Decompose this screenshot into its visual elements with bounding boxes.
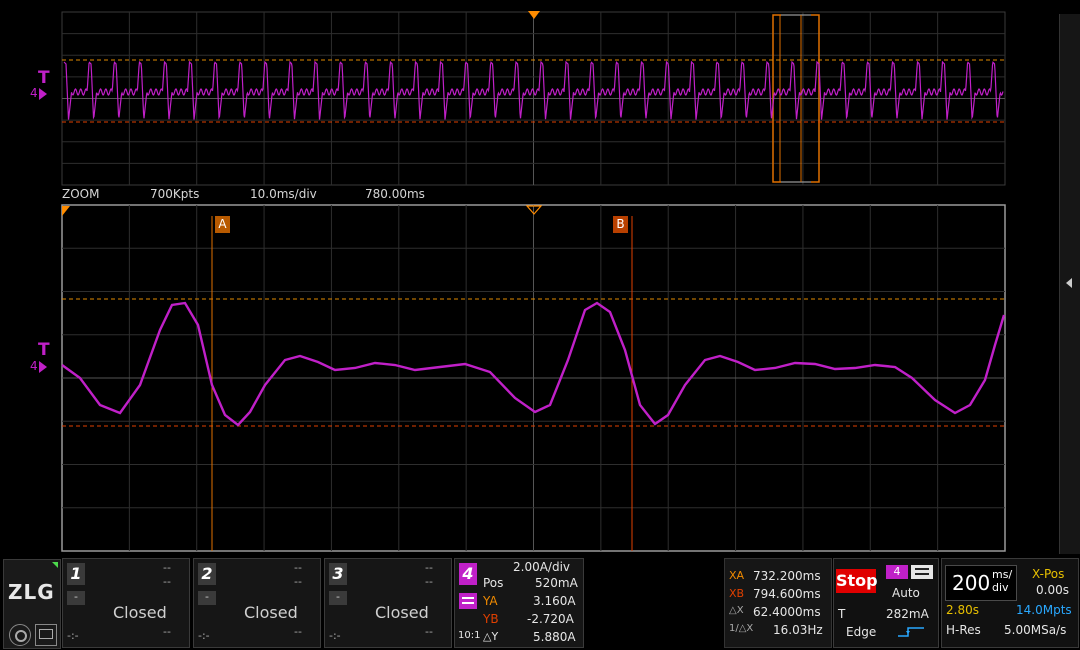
- time-window: 2.80s: [946, 603, 979, 617]
- xb-label: XB: [729, 587, 745, 600]
- channel-bottom-value: --: [294, 625, 302, 638]
- corner-indicator-icon: [52, 562, 58, 568]
- ch4-yb-label: YB: [483, 612, 499, 626]
- channel-number: 3: [329, 563, 347, 585]
- xpos-value: 0.00s: [1036, 583, 1069, 597]
- channel-status: Closed: [113, 603, 167, 622]
- trigger-t-label: T: [838, 607, 846, 621]
- trigger-type[interactable]: Edge: [846, 625, 876, 639]
- channel-1-panel[interactable]: 1 -- -- - Closed -:- --: [62, 558, 190, 648]
- xa-value: 732.200ms: [753, 569, 821, 583]
- trigger-menu-icon[interactable]: [911, 565, 933, 579]
- settings-icon[interactable]: [9, 624, 31, 646]
- channel-coupling: -:-: [67, 629, 79, 642]
- channel-sign-button[interactable]: -: [67, 591, 85, 605]
- ch4-ya-value: 3.160A: [533, 594, 576, 608]
- ch4-probe: 10:1: [458, 630, 481, 641]
- ch4-ya-label: YA: [483, 594, 498, 608]
- inv-dx-value: 16.03Hz: [773, 623, 823, 637]
- channel-top-value: --: [294, 561, 302, 574]
- main-channel-marker-number: 4: [30, 359, 38, 373]
- channel-mid-value: --: [294, 575, 302, 588]
- trigger-panel[interactable]: Stop 4 Auto T 282mA Edge: [833, 558, 939, 648]
- sample-rate: 5.00MSa/s: [1004, 623, 1067, 637]
- inv-dx-label: 1/△X: [729, 623, 754, 634]
- channel-bottom-value: --: [163, 625, 171, 638]
- channel-mid-value: --: [425, 575, 433, 588]
- channel-number: 2: [198, 563, 216, 585]
- status-bar: ZLG 1 -- -- - Closed -:- -- 2 -- -- - Cl…: [0, 556, 1080, 650]
- ch4-pos-label: Pos: [483, 576, 504, 590]
- channel-4-panel[interactable]: 4 2.00A/div Pos 520mA YA 3.160A YB -2.72…: [454, 558, 584, 648]
- main-trigger-label: T: [38, 340, 50, 360]
- dx-value: 62.4000ms: [753, 605, 821, 619]
- acquisition-mode[interactable]: H-Res: [946, 623, 981, 637]
- timebase-scale-box[interactable]: 200 ms/ div: [945, 565, 1017, 601]
- zoom-waveform-pane[interactable]: [0, 0, 1080, 560]
- channel-sign-button[interactable]: -: [329, 591, 347, 605]
- main-channel-marker[interactable]: 4: [30, 359, 47, 373]
- xpos-label: X-Pos: [1032, 567, 1065, 581]
- trigger-mode[interactable]: Auto: [892, 586, 920, 600]
- ch4-dy-value: 5.880A: [533, 630, 576, 644]
- trigger-level: 282mA: [886, 607, 929, 621]
- side-menu-tab[interactable]: [1059, 14, 1080, 554]
- channel-status: Closed: [375, 603, 429, 622]
- channel-coupling: -:-: [198, 629, 210, 642]
- run-stop-button[interactable]: Stop: [836, 569, 878, 593]
- cursor-b-tag[interactable]: B: [613, 216, 628, 233]
- channel-2-panel[interactable]: 2 -- -- - Closed -:- --: [193, 558, 321, 648]
- channel-sign-button[interactable]: -: [198, 591, 216, 605]
- channel-3-panel[interactable]: 3 -- -- - Closed -:- --: [324, 558, 452, 648]
- timebase-panel[interactable]: 200 ms/ div X-Pos 0.00s 2.80s 14.0Mpts H…: [941, 558, 1079, 648]
- timebase-value: 200: [952, 571, 991, 595]
- display-icon[interactable]: [35, 624, 57, 646]
- channel-number: 4: [459, 563, 477, 585]
- ch4-pos-value: 520mA: [535, 576, 578, 590]
- channel-number: 1: [67, 563, 85, 585]
- brand-panel: ZLG: [3, 559, 61, 649]
- channel-top-value: --: [425, 561, 433, 574]
- dx-label: △X: [729, 605, 744, 616]
- ch4-yb-value: -2.720A: [527, 612, 574, 626]
- timebase-unit-bottom: div: [992, 581, 1009, 594]
- timebase-unit-top: ms/: [992, 568, 1013, 581]
- channel-arrow-icon: [38, 360, 47, 373]
- channel-status: Closed: [244, 603, 298, 622]
- rising-edge-icon: [896, 625, 926, 639]
- channel-bottom-value: --: [425, 625, 433, 638]
- channel-top-value: --: [163, 561, 171, 574]
- xb-value: 794.600ms: [753, 587, 821, 601]
- ch4-dy-label: △Y: [483, 630, 499, 643]
- cursor-readout-panel[interactable]: XA 732.200ms XB 794.600ms △X 62.4000ms 1…: [724, 558, 832, 648]
- memory-depth: 14.0Mpts: [1016, 603, 1072, 617]
- channel-coupling: -:-: [329, 629, 341, 642]
- xa-label: XA: [729, 569, 745, 582]
- zlg-logo: ZLG: [8, 580, 55, 604]
- trigger-source[interactable]: 4: [886, 565, 908, 579]
- cursor-a-tag[interactable]: A: [215, 216, 230, 233]
- ch4-scale: 2.00A/div: [513, 560, 571, 574]
- ch4-coupling-icon[interactable]: [459, 593, 477, 609]
- channel-mid-value: --: [163, 575, 171, 588]
- collapse-arrow-icon: [1066, 278, 1072, 288]
